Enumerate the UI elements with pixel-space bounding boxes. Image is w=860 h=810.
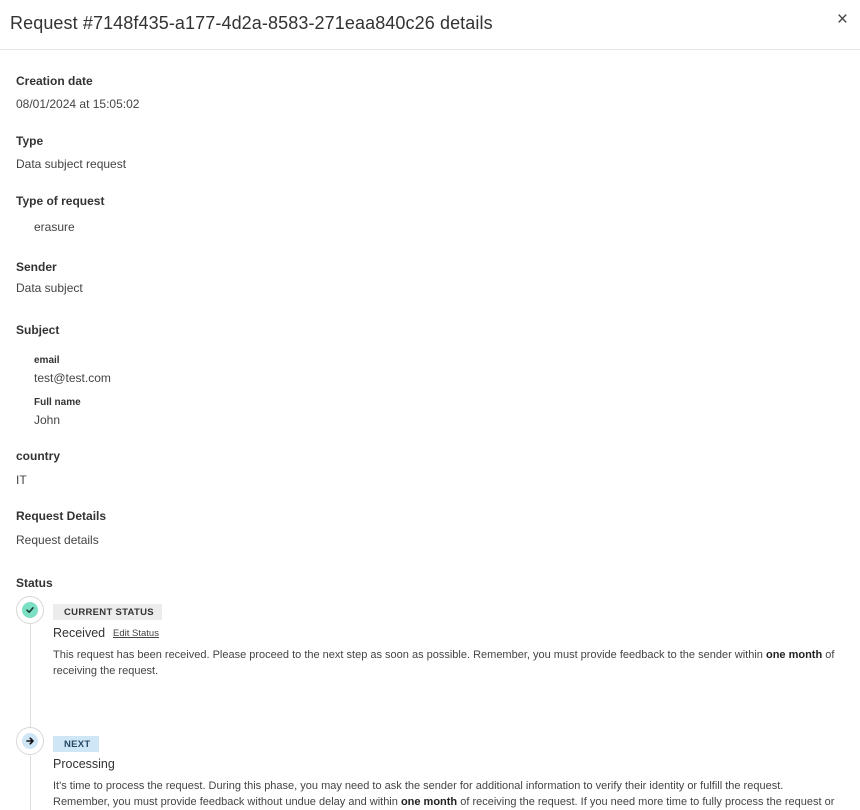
current-status-description: This request has been received. Please p…	[53, 649, 835, 677]
modal-header: Request #7148f435-a177-4d2a-8583-271eaa8…	[0, 0, 860, 50]
subject-email-label: email	[34, 355, 60, 366]
subject-email-value: test@test.com	[34, 371, 111, 385]
next-status-title: Processing	[53, 757, 115, 771]
subject-label: Subject	[16, 323, 60, 337]
creation-date-value: 08/01/2024 at 15:05:02	[16, 97, 140, 111]
type-label: Type	[16, 134, 44, 148]
request-details-label: Request Details	[16, 509, 107, 523]
close-button[interactable]: ×	[837, 10, 848, 29]
creation-date-label: Creation date	[16, 74, 93, 88]
next-status-badge: NEXT	[53, 736, 99, 752]
check-icon	[22, 602, 38, 618]
next-status-marker	[16, 727, 44, 755]
type-of-request-value: erasure	[34, 220, 75, 234]
type-of-request-label: Type of request	[16, 194, 105, 208]
modal-title: Request #7148f435-a177-4d2a-8583-271eaa8…	[10, 13, 493, 33]
status-label: Status	[16, 576, 53, 590]
sender-value: Data subject	[16, 281, 83, 295]
timeline-line	[30, 624, 31, 810]
current-status-badge: CURRENT STATUS	[53, 604, 162, 620]
sender-label: Sender	[16, 260, 57, 274]
next-status-description: It's time to process the request. During…	[53, 780, 835, 808]
current-status-marker	[16, 596, 44, 624]
arrow-right-icon	[22, 733, 38, 749]
edit-status-link[interactable]: Edit Status	[113, 628, 159, 639]
country-label: country	[16, 449, 61, 463]
current-status-title: Received	[53, 626, 106, 640]
subject-fullname-label: Full name	[34, 397, 81, 408]
type-value: Data subject request	[16, 157, 127, 171]
subject-fullname-value: John	[34, 413, 61, 427]
request-details-value: Request details	[16, 533, 99, 547]
country-value: IT	[16, 473, 27, 487]
